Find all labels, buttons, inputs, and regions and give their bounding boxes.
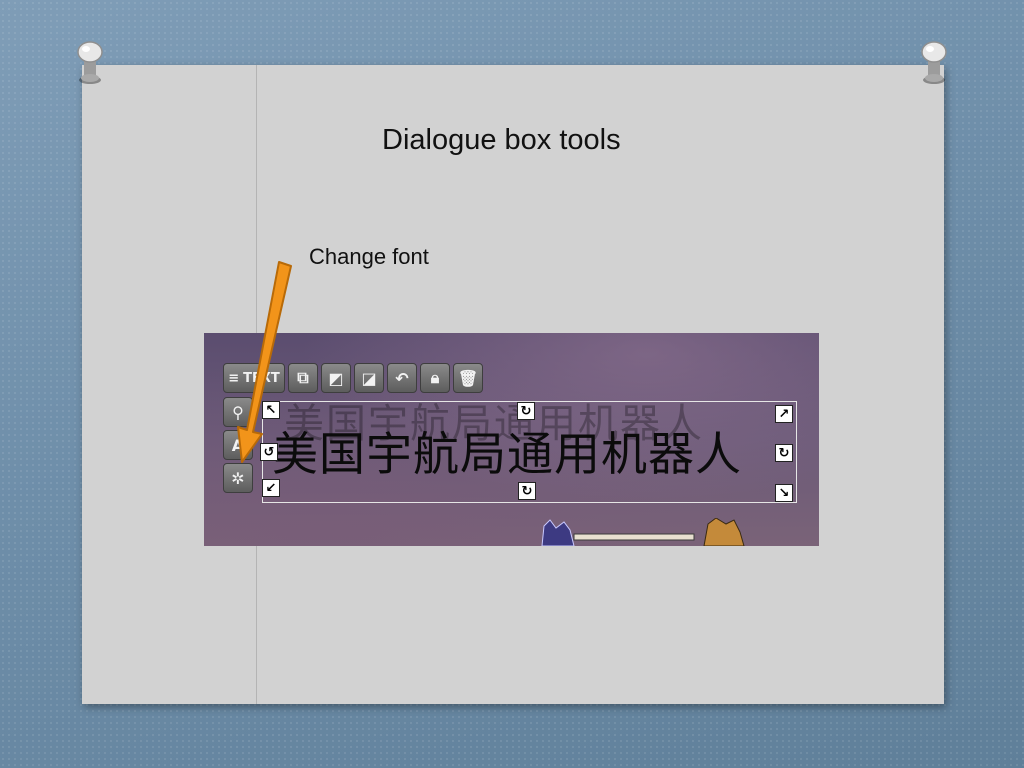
pushpin-right-icon — [921, 41, 947, 84]
rotate-top-icon[interactable]: ↻ — [517, 402, 535, 420]
slide-title: Dialogue box tools — [382, 124, 621, 156]
align-left-icon: ≡ — [228, 370, 240, 386]
send-backward-button[interactable]: ◪ — [354, 363, 384, 393]
crop-icon: ⧉ — [297, 368, 309, 387]
lock-icon: 🔒︎ — [430, 368, 440, 387]
resize-top-right-icon[interactable]: ↗ — [775, 405, 793, 423]
undo-button[interactable]: ↶ — [387, 363, 417, 393]
effects-button[interactable]: ✲ — [223, 463, 253, 493]
cartoon-figure-partial — [541, 518, 745, 546]
undo-icon: ↶ — [395, 368, 409, 388]
editor-screenshot: ≡ TEXT ⧉ ◩ ◪ ↶ 🔒︎ 🗑︎ ⚲ A ✲ 美国宇航局通用机器人 美国… — [204, 333, 819, 546]
text-tool-label: TEXT — [243, 370, 280, 386]
rotate-left-icon[interactable]: ↺ — [260, 443, 278, 461]
resize-bottom-right-icon[interactable]: ↘ — [775, 484, 793, 502]
lock-button[interactable]: 🔒︎ — [420, 363, 450, 393]
resize-bottom-left-icon[interactable]: ↙ — [262, 479, 280, 497]
text-tool-button[interactable]: ≡ TEXT — [223, 363, 285, 393]
editor-toolbar: ≡ TEXT ⧉ ◩ ◪ ↶ 🔒︎ 🗑︎ — [223, 363, 483, 393]
bring-forward-button[interactable]: ◩ — [321, 363, 351, 393]
change-font-label: Change font — [309, 244, 429, 269]
delete-button[interactable]: 🗑︎ — [453, 363, 483, 393]
rotate-bottom-icon[interactable]: ↻ — [518, 482, 536, 500]
font-icon: A — [231, 435, 245, 455]
trash-icon: 🗑︎ — [457, 368, 479, 388]
link-icon: ⚲ — [232, 402, 244, 422]
text-box-content[interactable]: 美国宇航局通用机器人 — [272, 418, 742, 484]
link-button[interactable]: ⚲ — [223, 397, 253, 427]
bring-forward-icon: ◩ — [328, 368, 344, 388]
send-backward-icon: ◪ — [361, 368, 377, 388]
pushpin-left-icon — [77, 41, 103, 84]
side-toolbar: ⚲ A ✲ — [223, 397, 253, 493]
crop-button[interactable]: ⧉ — [288, 363, 318, 393]
resize-top-left-icon[interactable]: ↖ — [262, 401, 280, 419]
magic-wand-icon: ✲ — [231, 468, 245, 488]
change-font-button[interactable]: A — [223, 430, 253, 460]
rotate-right-icon[interactable]: ↻ — [775, 444, 793, 462]
